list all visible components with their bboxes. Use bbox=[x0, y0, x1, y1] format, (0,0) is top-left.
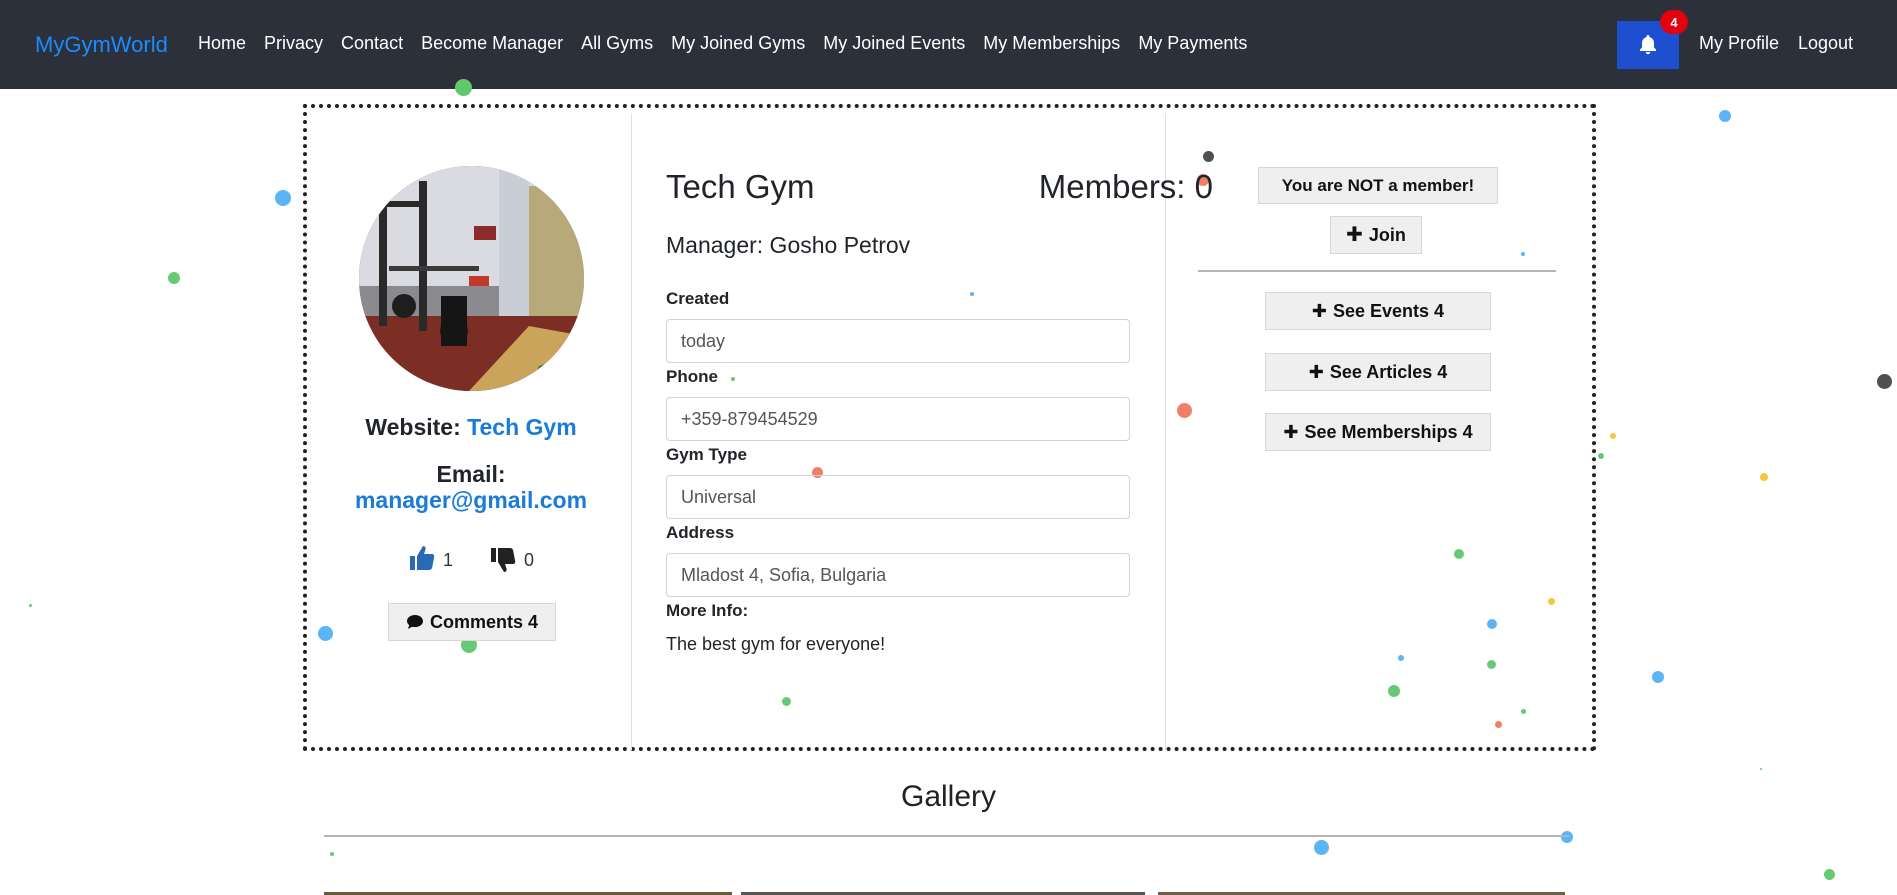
plus-icon: ✚ bbox=[1308, 362, 1324, 382]
comment-icon bbox=[406, 615, 423, 629]
rating-row: 1 0 bbox=[408, 545, 535, 573]
nav-logout[interactable]: Logout bbox=[1798, 33, 1853, 54]
confetti-dot bbox=[1610, 433, 1616, 439]
join-button[interactable]: ✚ Join bbox=[1330, 216, 1422, 254]
address-label: Address bbox=[666, 523, 735, 542]
comments-label: Comments 4 bbox=[429, 611, 539, 632]
gallery-title: Gallery bbox=[900, 780, 997, 813]
email-label: Email: bbox=[436, 461, 506, 487]
brand-link[interactable]: MyGymWorld bbox=[35, 32, 168, 58]
created-label: Created bbox=[666, 289, 730, 308]
see-articles-button[interactable]: ✚ See Articles 4 bbox=[1265, 353, 1491, 391]
join-label: Join bbox=[1368, 224, 1406, 245]
website-label: Website: bbox=[365, 414, 461, 440]
bell-icon bbox=[1640, 35, 1656, 55]
plus-icon: ✚ bbox=[1346, 224, 1363, 246]
confetti-dot bbox=[29, 604, 32, 607]
confetti-dot bbox=[1598, 453, 1604, 459]
nav-privacy[interactable]: Privacy bbox=[264, 33, 323, 54]
created-field[interactable]: today bbox=[666, 319, 1130, 363]
gym-photo bbox=[359, 166, 584, 391]
nav-all-gyms[interactable]: All Gyms bbox=[581, 33, 653, 54]
confetti-dot bbox=[1314, 840, 1329, 855]
phone-label: Phone bbox=[666, 367, 718, 386]
see-memberships-label: See Memberships 4 bbox=[1304, 421, 1473, 442]
gym-name: Tech Gym bbox=[666, 168, 815, 205]
nav-my-payments[interactable]: My Payments bbox=[1138, 33, 1247, 54]
plus-icon: ✚ bbox=[1311, 301, 1327, 321]
column-divider bbox=[1165, 114, 1166, 750]
more-info-text: The best gym for everyone! bbox=[666, 634, 886, 654]
notification-badge: 4 bbox=[1660, 10, 1688, 34]
confetti-dot bbox=[1877, 374, 1892, 389]
confetti-dot bbox=[275, 190, 291, 206]
confetti-dot bbox=[1719, 110, 1731, 122]
confetti-dot bbox=[1760, 768, 1762, 770]
nav-my-joined-gyms[interactable]: My Joined Gyms bbox=[671, 33, 805, 54]
gym-details-card: Website: Tech Gym Email: manager@gmail.c… bbox=[303, 104, 1596, 751]
address-field[interactable]: Mladost 4, Sofia, Bulgaria bbox=[666, 553, 1130, 597]
likes-count: 1 bbox=[443, 550, 454, 570]
phone-field[interactable]: +359-879454529 bbox=[666, 397, 1130, 441]
gym-type-label: Gym Type bbox=[666, 445, 747, 464]
confetti-dot bbox=[1561, 831, 1573, 843]
membership-status: You are NOT a member! bbox=[1258, 167, 1498, 204]
thumbs-down-icon[interactable] bbox=[489, 547, 516, 573]
confetti-dot bbox=[1824, 869, 1835, 880]
more-info-label: More Info: bbox=[666, 601, 749, 620]
website-line: Website: Tech Gym bbox=[307, 414, 635, 441]
nav-home[interactable]: Home bbox=[198, 33, 246, 54]
confetti-dot bbox=[168, 272, 180, 284]
see-events-button[interactable]: ✚ See Events 4 bbox=[1265, 292, 1491, 330]
nav-become-manager[interactable]: Become Manager bbox=[421, 33, 563, 54]
confetti-dot bbox=[330, 852, 334, 856]
comments-button[interactable]: Comments 4 bbox=[388, 603, 556, 641]
see-articles-label: See Articles 4 bbox=[1329, 361, 1448, 382]
confetti-dot bbox=[1652, 671, 1664, 683]
email-link[interactable]: manager@gmail.com bbox=[307, 487, 635, 514]
plus-icon: ✚ bbox=[1283, 422, 1299, 442]
see-memberships-button[interactable]: ✚ See Memberships 4 bbox=[1265, 413, 1491, 451]
nav-contact[interactable]: Contact bbox=[341, 33, 403, 54]
nav-my-joined-events[interactable]: My Joined Events bbox=[823, 33, 965, 54]
members-count: Members: 0 bbox=[1038, 168, 1213, 205]
gym-type-field[interactable]: Universal bbox=[666, 475, 1130, 519]
confetti-dot bbox=[1760, 473, 1768, 481]
nav-my-memberships[interactable]: My Memberships bbox=[983, 33, 1120, 54]
nav-links: Home Privacy Contact Become Manager All … bbox=[198, 33, 1265, 54]
confetti-dot bbox=[455, 79, 472, 96]
manager-name: Manager: Gosho Petrov bbox=[666, 232, 911, 258]
membership-status-text: You are NOT a member! bbox=[1281, 175, 1475, 195]
top-navbar: MyGymWorld Home Privacy Contact Become M… bbox=[0, 0, 1897, 89]
nav-my-profile[interactable]: My Profile bbox=[1699, 33, 1779, 54]
see-events-label: See Events 4 bbox=[1333, 300, 1445, 321]
right-divider bbox=[1198, 270, 1556, 272]
gallery-divider bbox=[324, 835, 1569, 837]
website-link[interactable]: Tech Gym bbox=[467, 414, 577, 440]
thumbs-up-icon[interactable] bbox=[408, 545, 435, 571]
dislikes-count: 0 bbox=[524, 550, 535, 570]
